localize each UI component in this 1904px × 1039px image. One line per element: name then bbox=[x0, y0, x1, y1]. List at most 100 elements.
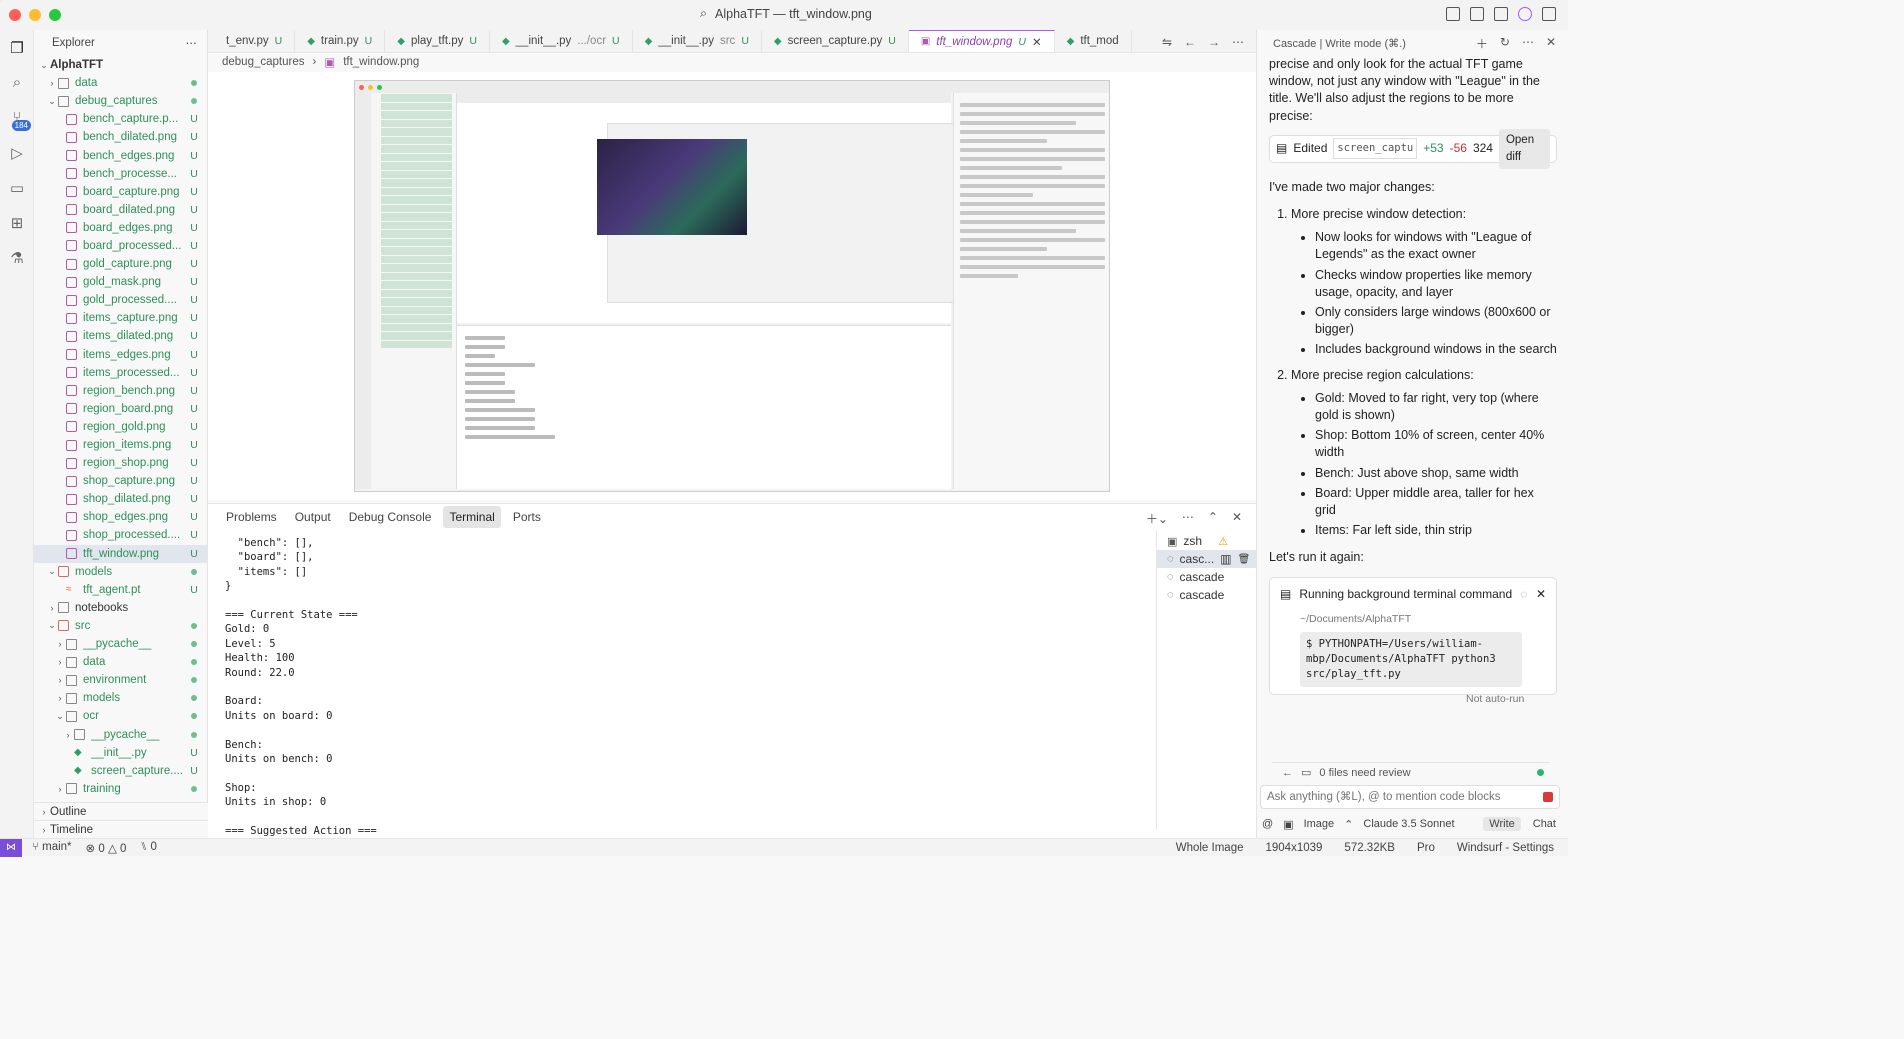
tree-file[interactable]: ◆ screen_capture.... U bbox=[34, 762, 207, 780]
close-icon[interactable]: ✕ bbox=[1546, 35, 1556, 52]
open-diff-button[interactable]: Open diff bbox=[1498, 128, 1550, 170]
terminal-output[interactable]: "bench": [], "board": [], "items": [] } … bbox=[225, 536, 1145, 836]
trash-icon[interactable]: 🗑 bbox=[1238, 554, 1251, 565]
history-icon[interactable]: ↻ bbox=[1500, 35, 1510, 52]
run-debug-icon[interactable]: ▷ bbox=[0, 135, 34, 170]
tree-folder[interactable]: › notebooks bbox=[34, 599, 207, 617]
image-icon[interactable]: ▣ bbox=[1283, 818, 1293, 831]
explorer-icon[interactable]: ❐ bbox=[0, 30, 34, 65]
editor-tab[interactable]: ◆ tft_mod bbox=[1055, 30, 1132, 52]
compare-icon[interactable]: ⇋ bbox=[1162, 35, 1172, 49]
breadcrumb-file[interactable]: tft_window.png bbox=[343, 56, 419, 68]
tree-file[interactable]: gold_processed.... U bbox=[34, 291, 207, 309]
branch-indicator[interactable]: ⑂ main* bbox=[32, 841, 72, 855]
tree-file[interactable]: items_edges.png U bbox=[34, 346, 207, 364]
panel-tab[interactable]: Debug Console bbox=[343, 506, 438, 528]
terminal-instance[interactable]: ◌ cascade bbox=[1157, 586, 1256, 604]
tree-file[interactable]: region_board.png U bbox=[34, 400, 207, 418]
toggle-panel-icon[interactable] bbox=[1470, 7, 1484, 21]
cascade-icon[interactable] bbox=[1518, 7, 1532, 21]
tree-file[interactable]: items_dilated.png U bbox=[34, 327, 207, 345]
more-actions-icon[interactable]: ⋯ bbox=[1232, 35, 1244, 49]
close-icon[interactable]: ✕ bbox=[1536, 586, 1546, 603]
tree-file[interactable]: ◆ __init__.py U bbox=[34, 744, 207, 762]
terminal-instance[interactable]: ◌ casc... ▥ 🗑 bbox=[1157, 550, 1256, 568]
tree-folder[interactable]: ⌄ models bbox=[34, 563, 207, 581]
tree-folder[interactable]: ⌄ src bbox=[34, 617, 207, 635]
tree-file[interactable]: shop_edges.png U bbox=[34, 508, 207, 526]
model-selector[interactable]: Claude 3.5 Sonnet bbox=[1363, 818, 1454, 830]
testing-icon[interactable]: ⚗ bbox=[0, 240, 34, 275]
source-control-icon[interactable]: ⑂ 184 bbox=[0, 100, 34, 135]
image-button[interactable]: Image bbox=[1304, 818, 1335, 830]
maximize-window-button[interactable] bbox=[49, 9, 61, 21]
extensions-icon[interactable]: ⊞ bbox=[0, 205, 34, 240]
tree-file[interactable]: ≈ tft_agent.pt U bbox=[34, 581, 207, 599]
tree-file[interactable]: gold_capture.png U bbox=[34, 255, 207, 273]
windsurf-settings[interactable]: Windsurf - Settings bbox=[1457, 842, 1554, 854]
panel-tab[interactable]: Problems bbox=[220, 506, 283, 528]
tree-file[interactable]: shop_processed.... U bbox=[34, 526, 207, 544]
remote-indicator-icon[interactable]: ⋈ bbox=[0, 838, 22, 857]
edited-file-name[interactable]: screen_captu bbox=[1333, 138, 1418, 160]
review-bar[interactable]: ← ▭ 0 files need review bbox=[1272, 762, 1550, 782]
more-actions-icon[interactable]: ⋯ bbox=[1182, 510, 1194, 527]
panel-tab[interactable]: Output bbox=[289, 506, 337, 528]
tree-file[interactable]: gold_mask.png U bbox=[34, 273, 207, 291]
maximize-panel-icon[interactable]: ⌃ bbox=[1208, 510, 1218, 527]
tree-file[interactable]: tft_window.png U bbox=[34, 544, 207, 563]
chat-mode-toggle[interactable]: Chat bbox=[1527, 817, 1562, 831]
editor-tab[interactable]: ◆ __init__.py .../ocr U bbox=[490, 30, 633, 52]
back-icon[interactable]: ← bbox=[1282, 767, 1293, 779]
tree-folder[interactable]: › __pycache__ bbox=[34, 725, 207, 743]
write-mode-toggle[interactable]: Write bbox=[1483, 817, 1521, 831]
tree-file[interactable]: region_gold.png U bbox=[34, 418, 207, 436]
toggle-secondary-sidebar-icon[interactable] bbox=[1494, 7, 1508, 21]
outline-section[interactable]: › Outline bbox=[34, 802, 208, 820]
new-chat-icon[interactable]: ＋ bbox=[1476, 35, 1488, 52]
more-actions-icon[interactable]: ⋯ bbox=[1522, 35, 1534, 52]
editor-tab[interactable]: ◆ __init__.py src U bbox=[633, 30, 762, 52]
back-icon[interactable]: ← bbox=[1184, 35, 1196, 49]
tree-file[interactable]: region_bench.png U bbox=[34, 382, 207, 400]
forward-icon[interactable]: → bbox=[1208, 35, 1220, 49]
tree-file[interactable]: shop_dilated.png U bbox=[34, 490, 207, 508]
search-icon[interactable]: ⌕ bbox=[0, 65, 34, 100]
terminal-instance[interactable]: ◌ cascade bbox=[1157, 568, 1256, 586]
editor-tab[interactable]: ◆ train.py U bbox=[295, 30, 386, 52]
tree-file[interactable]: region_items.png U bbox=[34, 436, 207, 454]
image-size-mode[interactable]: Whole Image bbox=[1176, 842, 1244, 854]
tree-folder[interactable]: › data bbox=[34, 653, 207, 671]
tree-folder[interactable]: › data bbox=[34, 74, 207, 92]
tree-folder[interactable]: › models bbox=[34, 689, 207, 707]
mention-icon[interactable]: @ bbox=[1262, 818, 1273, 830]
problems-indicator[interactable]: ⊗ 0 △ 0 bbox=[86, 841, 127, 855]
close-tab-icon[interactable]: ✕ bbox=[1032, 35, 1042, 49]
tree-file[interactable]: items_processed... U bbox=[34, 364, 207, 382]
minimize-window-button[interactable] bbox=[29, 9, 41, 21]
panel-tab[interactable]: Ports bbox=[507, 506, 547, 528]
plan-badge[interactable]: Pro bbox=[1417, 842, 1435, 854]
tree-file[interactable]: bench_edges.png U bbox=[34, 146, 207, 164]
timeline-section[interactable]: › Timeline bbox=[34, 820, 208, 838]
auto-run-dropdown[interactable]: Not auto-run bbox=[1466, 691, 1546, 708]
tree-folder[interactable]: ⌄ ocr bbox=[34, 707, 207, 725]
tree-folder[interactable]: › training bbox=[34, 780, 207, 798]
panel-tab[interactable]: Terminal bbox=[443, 506, 501, 528]
editor-tab[interactable]: ◆ play_tft.py U bbox=[385, 30, 490, 52]
tree-file[interactable]: shop_capture.png U bbox=[34, 472, 207, 490]
tree-file[interactable]: region_shop.png U bbox=[34, 454, 207, 472]
tree-folder[interactable]: ⌄ debug_captures bbox=[34, 92, 207, 110]
split-terminal-icon[interactable]: ▥ bbox=[1220, 552, 1231, 566]
remote-explorer-icon[interactable]: ▭ bbox=[0, 170, 34, 205]
new-terminal-icon[interactable]: ＋⌄ bbox=[1146, 510, 1168, 527]
breadcrumb-folder[interactable]: debug_captures bbox=[222, 56, 304, 68]
terminal-instance[interactable]: ▣ zsh ⚠ bbox=[1157, 532, 1256, 550]
tree-file[interactable]: board_capture.png U bbox=[34, 183, 207, 201]
ports-indicator[interactable]: ⑊ 0 bbox=[140, 841, 157, 855]
tree-file[interactable]: board_edges.png U bbox=[34, 219, 207, 237]
editor-tab[interactable]: t_env.py U bbox=[208, 30, 296, 52]
tree-folder[interactable]: › environment bbox=[34, 671, 207, 689]
command-text[interactable]: $ PYTHONPATH=/Users/william-mbp/Document… bbox=[1300, 632, 1522, 688]
customize-layout-icon[interactable] bbox=[1542, 7, 1556, 21]
